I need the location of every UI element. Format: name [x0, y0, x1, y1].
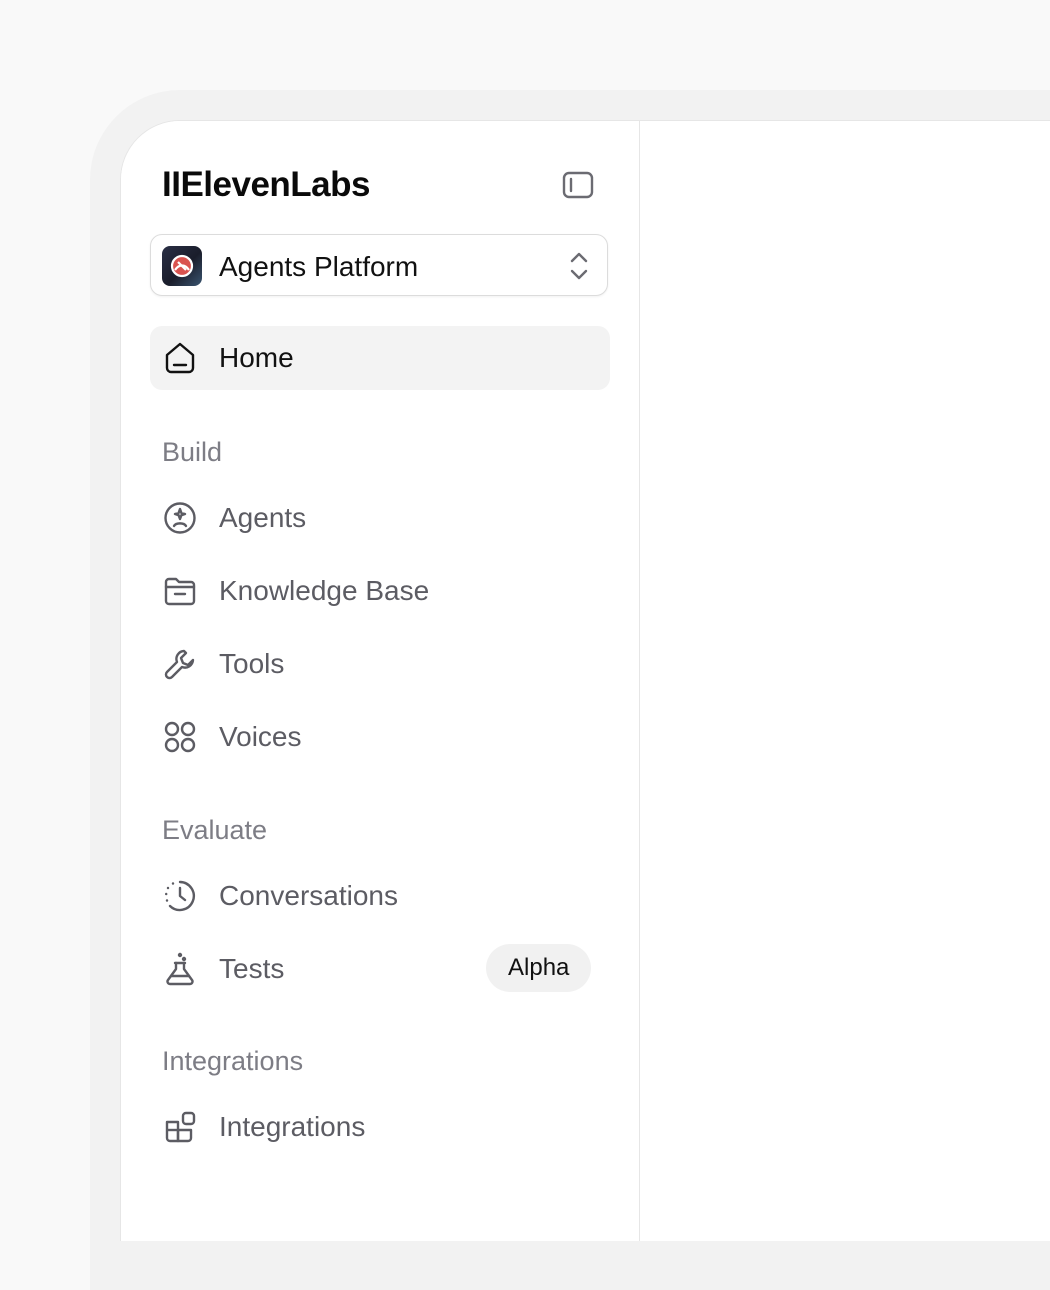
sidebar-item-label: Tools — [219, 648, 285, 679]
sidebar: IIElevenLabs Agents Platform Home Build … — [121, 121, 640, 1241]
workspace-logo-icon — [162, 246, 202, 286]
history-icon — [162, 878, 198, 914]
sidebar-item-label: Conversations — [219, 880, 398, 911]
sidebar-item-tools[interactable]: Tools — [150, 632, 610, 696]
main-content — [640, 121, 1050, 1241]
sidebar-item-agents[interactable]: Agents — [150, 486, 610, 550]
flask-icon — [162, 951, 198, 987]
section-heading-evaluate: Evaluate — [162, 815, 268, 845]
app-window: IIElevenLabs Agents Platform Home Build … — [120, 120, 1050, 1241]
sidebar-item-label: Home — [219, 342, 294, 373]
sidebar-item-label: Agents — [219, 502, 307, 533]
sidebar-item-tests[interactable]: Tests Alpha — [150, 937, 610, 1001]
section-heading-integrations: Integrations — [162, 1046, 304, 1076]
section-heading-build: Build — [162, 437, 223, 467]
sidebar-item-label: Tests — [219, 953, 285, 984]
sidebar-item-integrations[interactable]: Integrations — [150, 1095, 610, 1159]
sidebar-item-knowledge-base[interactable]: Knowledge Base — [150, 559, 610, 623]
collapse-sidebar-button[interactable] — [561, 170, 595, 200]
workspace-label: Agents Platform — [219, 251, 419, 282]
workspace-switcher[interactable]: Agents Platform — [150, 234, 608, 296]
sidebar-item-label: Knowledge Base — [219, 575, 430, 606]
brand-logo[interactable]: IIElevenLabs — [162, 165, 370, 205]
wrench-icon — [162, 646, 198, 682]
voices-grid-icon — [162, 719, 198, 755]
sidebar-item-voices[interactable]: Voices — [150, 705, 610, 769]
sidebar-item-home[interactable]: Home — [150, 326, 610, 390]
home-icon — [162, 340, 198, 376]
sidebar-toggle-icon — [562, 171, 594, 199]
alpha-badge: Alpha — [486, 944, 592, 992]
sidebar-item-label: Integrations — [219, 1111, 366, 1142]
chevron-up-down-icon — [569, 251, 589, 281]
blocks-icon — [162, 1109, 198, 1145]
sidebar-item-label: Voices — [219, 721, 302, 752]
agent-face-icon — [162, 500, 198, 536]
folder-icon — [162, 573, 198, 609]
sidebar-item-conversations[interactable]: Conversations — [150, 864, 610, 928]
